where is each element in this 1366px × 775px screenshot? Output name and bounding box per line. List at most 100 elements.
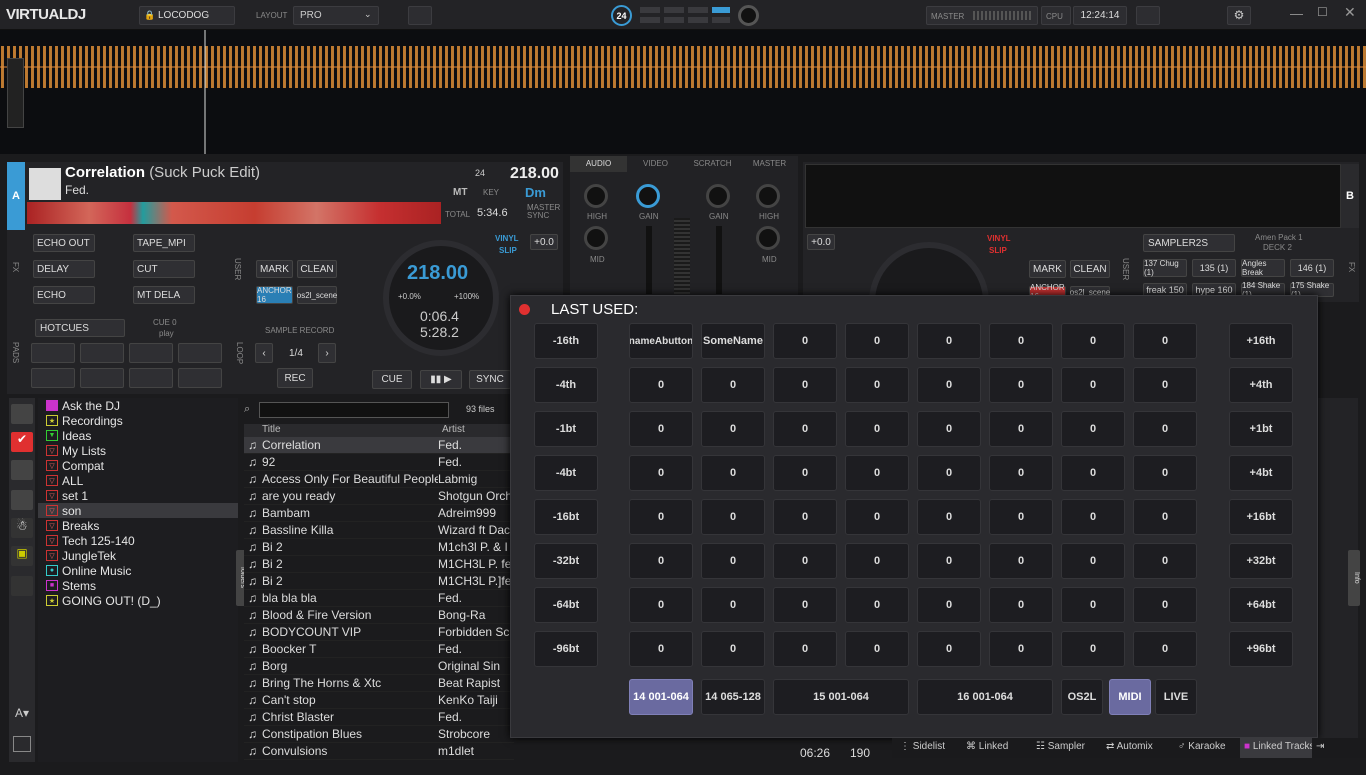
cube-icon[interactable]: [408, 6, 432, 25]
sync-button[interactable]: SYNC: [469, 370, 511, 389]
pad-cell[interactable]: 0: [917, 499, 981, 535]
window-icon[interactable]: [13, 736, 31, 752]
pad-cell[interactable]: 0: [989, 543, 1053, 579]
expand-icon[interactable]: ⇥: [1316, 741, 1324, 752]
pad-cell[interactable]: 0: [629, 587, 693, 623]
folder-item[interactable]: ▽ JungleTek: [38, 548, 238, 563]
pad-cell[interactable]: 0: [989, 499, 1053, 535]
pad-cell[interactable]: 0: [989, 367, 1053, 403]
pad-cell[interactable]: 0: [1061, 455, 1125, 491]
track-row[interactable]: ♫ are you ready Shotgun Orch: [244, 488, 514, 505]
hotcue-pad[interactable]: [80, 368, 124, 388]
master-volume-knob[interactable]: [738, 5, 759, 26]
pad-cell[interactable]: 0: [773, 323, 837, 359]
check-icon[interactable]: ✔: [11, 432, 33, 452]
gear-icon[interactable]: ⚙: [1227, 6, 1251, 25]
track-row[interactable]: ♫ Bassline Killa Wizard ft Dac: [244, 522, 514, 539]
jump-forward-button[interactable]: +16bt: [1229, 499, 1293, 535]
volume-fader-a[interactable]: [646, 226, 652, 294]
jump-back-button[interactable]: -16bt: [534, 499, 598, 535]
linked-button[interactable]: ⌘ Linked: [966, 741, 1008, 752]
sidelist-button[interactable]: ⋮ Sidelist: [900, 741, 945, 752]
pad-cell[interactable]: 0: [917, 631, 981, 667]
pad-cell[interactable]: 0: [917, 587, 981, 623]
zoom-slider[interactable]: [7, 58, 24, 128]
maximize-icon[interactable]: ☐: [1317, 5, 1328, 19]
pad-cell[interactable]: 0: [701, 455, 765, 491]
tab-audio[interactable]: AUDIO: [570, 156, 627, 172]
folder-item[interactable]: ▽ Breaks: [38, 518, 238, 533]
info-tab[interactable]: Info: [1348, 550, 1360, 606]
pad-cell[interactable]: 0: [1061, 587, 1125, 623]
jump-back-button[interactable]: -64bt: [534, 587, 598, 623]
deck-b-empty-waveform[interactable]: [805, 164, 1341, 228]
tv-icon[interactable]: ▣: [11, 546, 33, 566]
deck-a-letter[interactable]: A: [7, 162, 25, 230]
pad-cell[interactable]: 0: [917, 367, 981, 403]
jump-forward-button[interactable]: +64bt: [1229, 587, 1293, 623]
pad-cell[interactable]: 0: [629, 411, 693, 447]
mid-knob-a[interactable]: [584, 226, 608, 250]
pad-cell[interactable]: 0: [1133, 411, 1197, 447]
hotcue-pad[interactable]: [80, 343, 124, 363]
clean-button[interactable]: CLEAN: [297, 260, 337, 278]
pad-cell[interactable]: 0: [989, 631, 1053, 667]
folder-item[interactable]: ▼ Ideas: [38, 428, 238, 443]
pad-cell[interactable]: 0: [845, 631, 909, 667]
pad-cell[interactable]: 0: [1061, 499, 1125, 535]
jump-forward-button[interactable]: +32bt: [1229, 543, 1293, 579]
master-sync[interactable]: MASTER SYNC: [527, 204, 563, 220]
pad-cell[interactable]: 0: [701, 631, 765, 667]
fx1-select[interactable]: ECHO OUT: [33, 234, 95, 252]
pad-cell[interactable]: 0: [1133, 587, 1197, 623]
track-row[interactable]: ♫ Borg Original Sin: [244, 658, 514, 675]
pad-cell[interactable]: 0: [845, 587, 909, 623]
pad-cell[interactable]: 0: [773, 455, 837, 491]
folder-item[interactable]: ★ GOING OUT! (D_): [38, 593, 238, 608]
folder-item[interactable]: ▽ set 1: [38, 488, 238, 503]
text-size-icon[interactable]: A▾: [15, 706, 29, 720]
hotcues-select[interactable]: HOTCUES: [35, 319, 125, 337]
jump-back-button[interactable]: -96bt: [534, 631, 598, 667]
pad-cell[interactable]: 0: [1061, 631, 1125, 667]
col-title[interactable]: Title: [244, 424, 442, 437]
hotcue-pad[interactable]: [31, 368, 75, 388]
pad-cell[interactable]: 0: [1133, 543, 1197, 579]
jump-forward-button[interactable]: +1bt: [1229, 411, 1293, 447]
track-row[interactable]: ♫ Christ Blaster Fed.: [244, 709, 514, 726]
mt-button[interactable]: MT: [453, 187, 467, 198]
pad-cell[interactable]: 0: [1061, 411, 1125, 447]
play-pause-button[interactable]: ▮▮ ▶: [420, 370, 462, 389]
calendar-icon[interactable]: [1136, 6, 1160, 25]
pad-cell[interactable]: 0: [1133, 323, 1197, 359]
pad-cell[interactable]: 0: [845, 323, 909, 359]
track-row[interactable]: ♫ Bi 2 M1CH3L P.]fe: [244, 573, 514, 590]
fx5-select[interactable]: CUT: [133, 260, 195, 278]
slip-button[interactable]: SLIP: [499, 246, 517, 255]
rec-button[interactable]: REC: [277, 368, 313, 388]
pad-cell[interactable]: 0: [917, 543, 981, 579]
pad-cell[interactable]: 0: [1133, 499, 1197, 535]
pad-cell[interactable]: 0: [629, 455, 693, 491]
loop-double-button[interactable]: ›: [318, 343, 336, 363]
sampler-select[interactable]: SAMPLER2S: [1143, 234, 1235, 252]
pad-cell[interactable]: 0: [773, 367, 837, 403]
jump-forward-button[interactable]: +4th: [1229, 367, 1293, 403]
jump-forward-button[interactable]: +16th: [1229, 323, 1293, 359]
pad-cell[interactable]: nameAbutton: [629, 323, 693, 359]
sampler-button[interactable]: ☷ Sampler: [1036, 741, 1085, 752]
gain-knob-b[interactable]: [706, 184, 730, 208]
pad-cell[interactable]: 0: [629, 631, 693, 667]
linked-tracks-button[interactable]: ■ Linked Tracks: [1240, 738, 1312, 758]
pad-cell[interactable]: 0: [773, 543, 837, 579]
pad-cell[interactable]: 0: [917, 455, 981, 491]
layout-select[interactable]: PRO ⌄: [293, 6, 379, 25]
pad-cell[interactable]: 0: [845, 411, 909, 447]
loop-half-button[interactable]: ‹: [255, 343, 273, 363]
search-input[interactable]: [259, 402, 449, 418]
drive-icon[interactable]: [11, 460, 33, 480]
folder-item[interactable]: ▽ My Lists: [38, 443, 238, 458]
track-row[interactable]: ♫ Can't stop KenKo Taiji: [244, 692, 514, 709]
pad-page-button[interactable]: OS2L: [1061, 679, 1103, 715]
pad-cell[interactable]: 0: [773, 499, 837, 535]
